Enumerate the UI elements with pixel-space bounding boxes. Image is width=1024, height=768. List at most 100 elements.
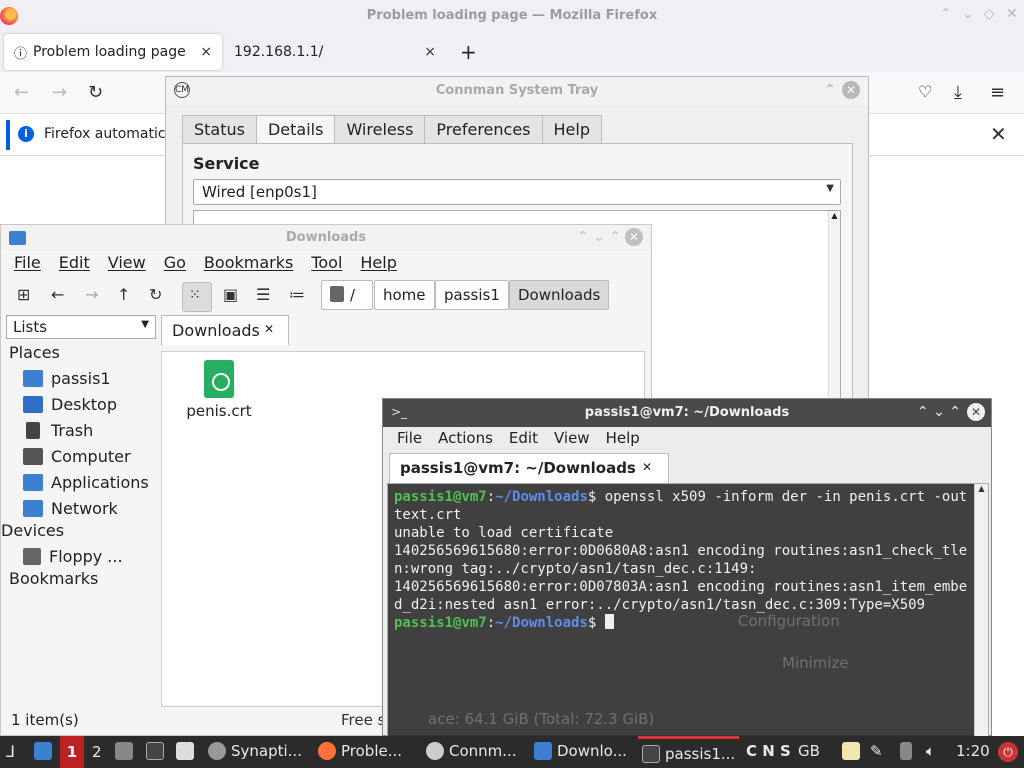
connman-close-icon[interactable]: ✕: [842, 81, 860, 99]
list-view-icon[interactable]: ≔: [289, 285, 305, 304]
term-menu-file[interactable]: File: [389, 429, 430, 447]
breadcrumb-downloads[interactable]: Downloads: [509, 280, 610, 310]
forward-icon[interactable]: →: [52, 82, 67, 103]
file-manager-launcher[interactable]: [115, 742, 138, 760]
notification-close-icon[interactable]: ✕: [990, 122, 1007, 146]
folder-icon: [534, 742, 552, 760]
back-icon[interactable]: ←: [51, 285, 64, 304]
tab-details[interactable]: Details: [255, 115, 336, 145]
clipboard-icon[interactable]: [842, 742, 860, 760]
place-network[interactable]: Network: [9, 495, 159, 521]
tab-help[interactable]: Help: [541, 115, 602, 144]
downloads-icon[interactable]: ⤓: [954, 82, 962, 103]
fm-maximize-icon[interactable]: ⌃: [609, 229, 621, 245]
tab-close-icon[interactable]: ×: [424, 44, 436, 60]
term-maximize-up-icon[interactable]: ⌃: [917, 404, 929, 420]
firefox-minimize-icon[interactable]: ⌄: [962, 6, 974, 22]
breadcrumb-passis1[interactable]: passis1: [435, 280, 509, 310]
tab-router-page[interactable]: 192.168.1.1/ ×: [224, 34, 446, 70]
terminal-screen[interactable]: Configuration Minimize ace: 64.1 GiB (To…: [387, 483, 989, 737]
place-label: Computer: [51, 446, 131, 466]
info-icon: ⓘ: [14, 46, 28, 62]
term-menu-actions[interactable]: Actions: [430, 429, 501, 447]
new-tab-icon[interactable]: ⊞: [17, 285, 30, 304]
fm-minimize-icon[interactable]: ⌄: [593, 229, 605, 245]
place-desktop[interactable]: Desktop: [9, 391, 159, 417]
icon-view-button[interactable]: ⁙: [182, 282, 212, 312]
connman-maximize-icon[interactable]: ⌃: [824, 82, 836, 98]
computer-icon: [23, 447, 43, 465]
place-computer[interactable]: Computer: [9, 443, 159, 469]
side-pane-mode-select[interactable]: Lists ▼: [6, 315, 156, 339]
clipboard-icon-shape: [842, 742, 860, 760]
firefox-maximize-up-icon[interactable]: ⌃: [940, 6, 952, 22]
details-scrollbar[interactable]: ▲: [828, 211, 840, 405]
compact-view-icon[interactable]: ☰: [256, 285, 270, 304]
breadcrumb-home[interactable]: home: [374, 280, 435, 310]
task-connman[interactable]: Connm...: [426, 742, 517, 760]
menu-file[interactable]: File: [5, 253, 50, 272]
firefox-icon: [318, 742, 336, 760]
workspace-2[interactable]: 2: [92, 743, 102, 761]
term-menu-edit[interactable]: Edit: [501, 429, 546, 447]
terminal-tab[interactable]: passis1@vm7: ~/Downloads ✕: [389, 453, 669, 483]
term-maximize-icon[interactable]: ⌃: [949, 404, 961, 420]
task-downloads[interactable]: Downlo...: [534, 742, 627, 760]
fm-maximize-up-icon[interactable]: ⌃: [577, 229, 589, 245]
menu-edit[interactable]: Edit: [50, 253, 99, 272]
firefox-restore-icon[interactable]: ◇: [984, 6, 995, 22]
new-tab-button[interactable]: +: [460, 40, 477, 64]
power-icon[interactable]: ⏻: [998, 742, 1018, 762]
term-menu-help[interactable]: Help: [598, 429, 648, 447]
network-icon: [23, 499, 43, 517]
place-trash[interactable]: Trash: [9, 417, 159, 443]
terminal-launcher[interactable]: [146, 742, 169, 760]
drive-icon: [330, 286, 344, 302]
fm-close-icon[interactable]: ✕: [625, 228, 643, 246]
place-applications[interactable]: Applications: [9, 469, 159, 495]
menu-help[interactable]: Help: [351, 253, 405, 272]
volume-icon[interactable]: 🔈︎: [926, 742, 935, 760]
tab-wireless[interactable]: Wireless: [334, 115, 426, 144]
workspace-1[interactable]: 1: [60, 736, 84, 768]
file-item[interactable]: penis.crt: [184, 360, 254, 420]
reload-icon[interactable]: ↻: [149, 285, 162, 304]
pen-icon[interactable]: ✎: [870, 742, 883, 760]
tab-problem-loading-page[interactable]: ⓘ Problem loading page ×: [4, 34, 222, 70]
back-icon[interactable]: ←: [14, 82, 29, 103]
breadcrumb-root[interactable]: /: [321, 280, 373, 310]
editor-launcher[interactable]: [176, 742, 199, 760]
term-menu-view[interactable]: View: [546, 429, 598, 447]
places-tree: Places passis1 Desktop Trash Computer Ap…: [1, 343, 159, 591]
firefox-close-icon[interactable]: ✕: [1006, 6, 1018, 22]
clock[interactable]: 1:20: [956, 742, 990, 760]
term-close-icon[interactable]: ✕: [967, 403, 985, 421]
forward-icon[interactable]: →: [85, 285, 98, 304]
pocket-icon[interactable]: ♡: [918, 82, 932, 101]
fm-tab-downloads[interactable]: Downloads ✕: [161, 315, 289, 345]
service-select[interactable]: Wired [enp0s1] ▼: [193, 179, 841, 205]
term-minimize-icon[interactable]: ⌄: [933, 404, 945, 420]
terminal-scrollbar[interactable]: ▲: [974, 484, 988, 736]
tab-status[interactable]: Status: [182, 115, 257, 144]
show-desktop-icon[interactable]: [34, 742, 52, 760]
device-floppy[interactable]: Floppy ...: [9, 543, 159, 569]
menu-bookmarks[interactable]: Bookmarks: [195, 253, 302, 272]
thumbnail-view-icon[interactable]: ▣: [223, 285, 238, 304]
fm-tab-close-icon[interactable]: ✕: [264, 322, 274, 336]
task-terminal[interactable]: passis1...: [638, 736, 740, 768]
menu-go[interactable]: Go: [155, 253, 195, 272]
menu-icon[interactable]: ≡: [990, 82, 1005, 103]
place-passis1[interactable]: passis1: [9, 365, 159, 391]
menu-view[interactable]: View: [99, 253, 155, 272]
start-menu-icon[interactable]: ⅃: [6, 742, 15, 761]
tab-preferences[interactable]: Preferences: [424, 115, 543, 144]
terminal-tab-close-icon[interactable]: ✕: [642, 460, 652, 474]
tab-close-icon[interactable]: ×: [200, 44, 212, 60]
reload-icon[interactable]: ↻: [88, 82, 103, 103]
menu-tool[interactable]: Tool: [302, 253, 351, 272]
task-firefox[interactable]: Proble...: [318, 742, 402, 760]
keyboard-layout[interactable]: GB: [798, 742, 820, 760]
up-icon[interactable]: ↑: [117, 285, 130, 304]
task-synaptic[interactable]: Synapti...: [208, 742, 302, 760]
